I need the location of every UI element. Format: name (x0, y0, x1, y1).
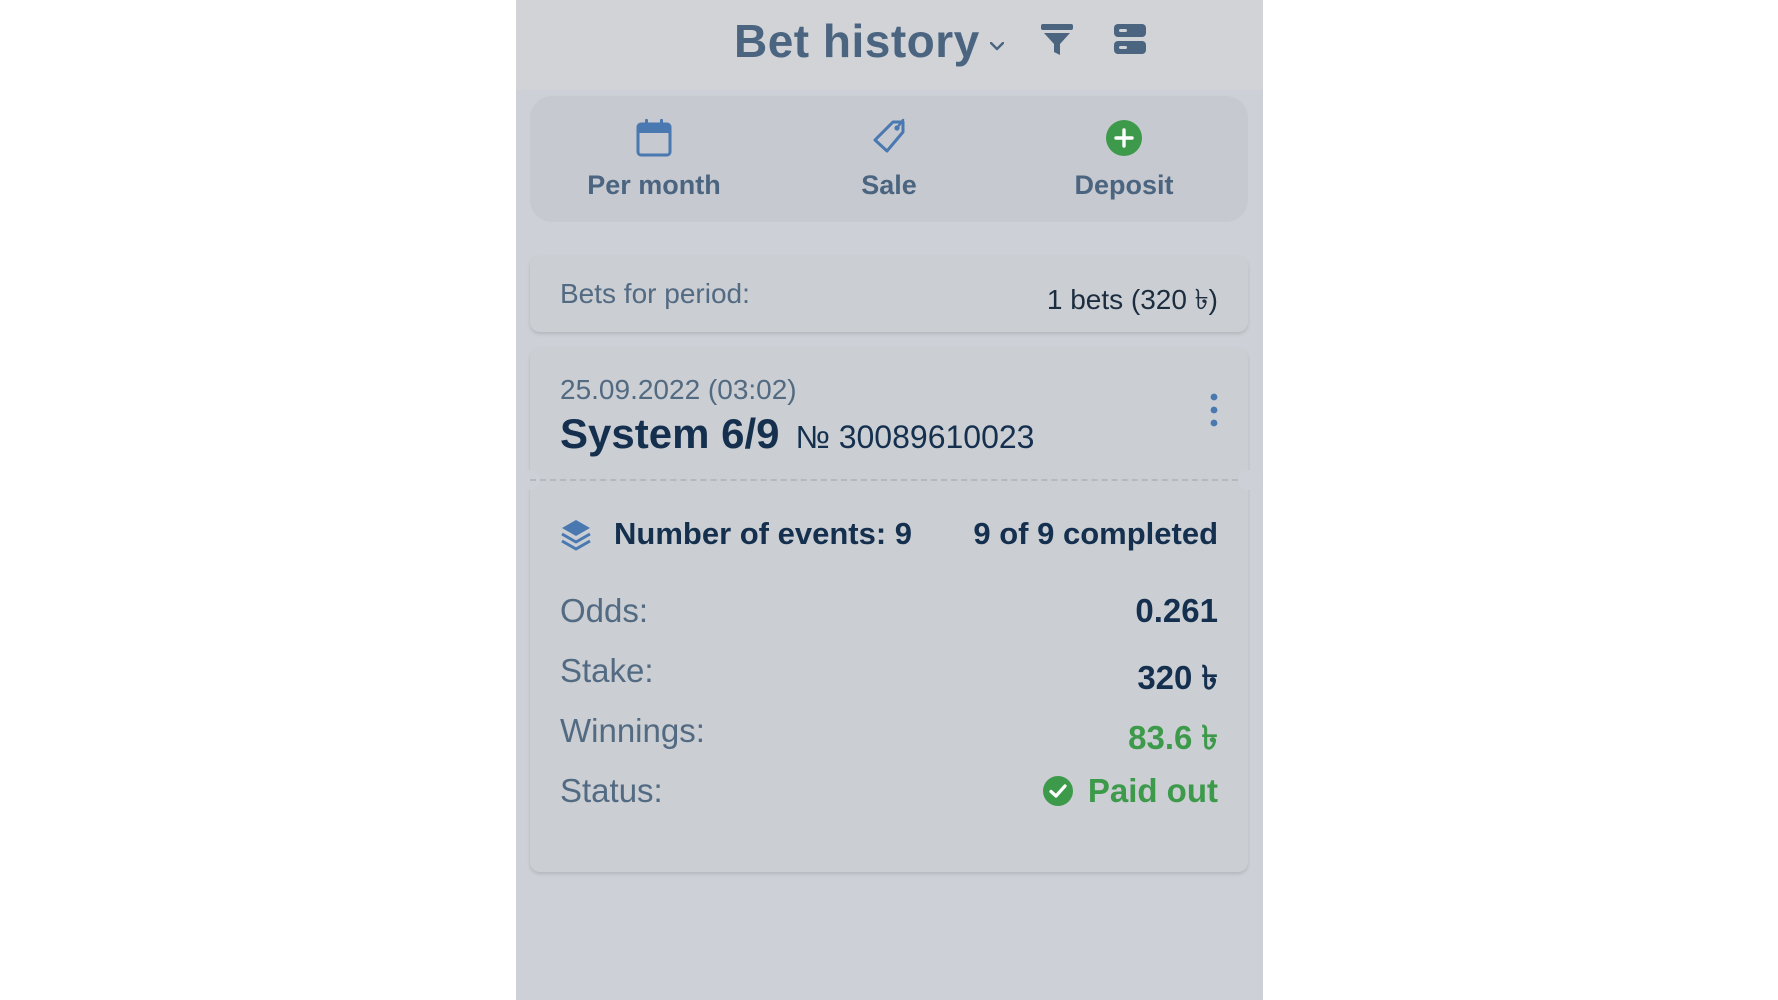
filter-icon[interactable] (1040, 22, 1074, 58)
period-value: 1 bets (320 ৳) (1046, 284, 1218, 315)
sale-label: Sale (861, 170, 917, 200)
status-value: Paid out (1087, 772, 1218, 809)
per-month-label: Per month (587, 170, 721, 200)
odds-row: Odds: 0.261 (560, 592, 1218, 632)
sale-button[interactable]: Sale (789, 96, 989, 222)
period-summary-card: Bets for period: 1 bets (320 ৳) (530, 256, 1248, 332)
winnings-label: Winnings: (560, 712, 705, 749)
bet-type: System 6/9 (560, 410, 780, 457)
bet-title: System 6/9 № 30089610023 (560, 410, 1034, 458)
winnings-value: 83.6 ৳ (1128, 719, 1218, 756)
bet-number: № 30089610023 (795, 419, 1035, 455)
events-count-label: Number of events: 9 (614, 516, 913, 551)
app-screen: Bet history Per month Sale Deposit Bets … (516, 0, 1263, 1000)
status-badge: Paid out (1042, 772, 1218, 810)
layers-icon (561, 520, 591, 551)
events-progress: 9 of 9 completed (973, 516, 1218, 551)
stake-label: Stake: (560, 652, 654, 689)
deposit-button[interactable]: Deposit (1024, 96, 1224, 222)
odds-label: Odds: (560, 592, 649, 629)
winnings-row: Winnings: 83.6 ৳ (560, 712, 1218, 756)
plus-circle-icon (1106, 120, 1142, 156)
per-month-button[interactable]: Per month (554, 96, 754, 222)
list-view-icon[interactable] (1113, 22, 1147, 56)
bet-date: 25.09.2022 (03:02) (560, 374, 797, 405)
deposit-label: Deposit (1074, 170, 1174, 200)
chevron-down-icon (989, 41, 1004, 50)
calendar-icon (636, 119, 672, 157)
status-label: Status: (560, 772, 663, 809)
check-circle-icon (1042, 776, 1073, 806)
stake-row: Stake: 320 ৳ (560, 652, 1218, 696)
status-row: Status: Paid out (560, 772, 1218, 812)
page-title: Bet history (734, 15, 980, 67)
tag-icon (873, 118, 905, 153)
events-row: Number of events: 9 9 of 9 completed (560, 516, 1218, 556)
quick-filter-bar: Per month Sale Deposit (530, 96, 1248, 222)
title-dropdown[interactable]: Bet history (734, 14, 1004, 68)
more-options-icon[interactable] (1202, 390, 1226, 430)
ticket-divider (530, 479, 1248, 481)
period-label: Bets for period: (560, 278, 750, 309)
top-bar: Bet history (516, 0, 1263, 90)
stake-value: 320 ৳ (1137, 659, 1218, 696)
ticket-notch-right (1238, 470, 1258, 490)
odds-value: 0.261 (1135, 592, 1218, 629)
bet-card[interactable]: 25.09.2022 (03:02) System 6/9 № 30089610… (520, 348, 1258, 872)
